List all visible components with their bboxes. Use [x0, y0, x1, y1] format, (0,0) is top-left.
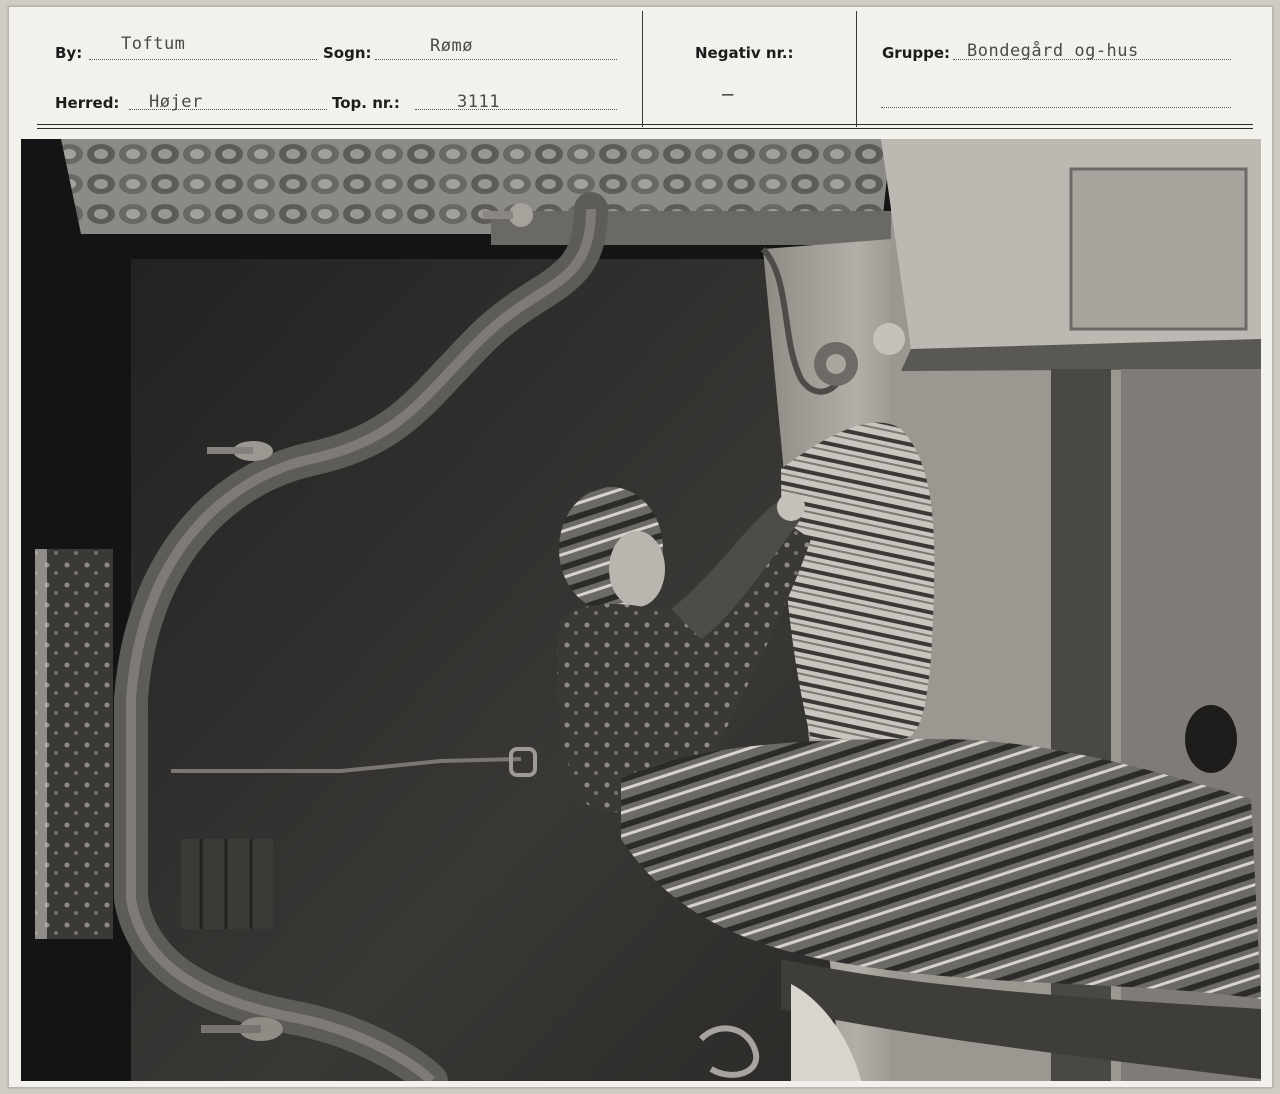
- by-dotted-line: [89, 59, 317, 60]
- gruppe-dotted-line-2: [881, 107, 1231, 108]
- negativ-nr-label: Negativ nr.:: [695, 44, 794, 62]
- header-divider: [642, 11, 643, 127]
- header-divider: [856, 11, 857, 127]
- sogn-value: Rømø: [430, 36, 473, 56]
- negativ-nr-value: –: [722, 83, 734, 105]
- gruppe-value: Bondegård og-hus: [967, 41, 1139, 61]
- by-value: Toftum: [121, 34, 186, 54]
- top-nr-label: Top. nr.:: [332, 94, 400, 112]
- herred-value: Højer: [149, 92, 203, 112]
- header-rule: [37, 124, 1253, 125]
- herred-label: Herred:: [55, 94, 120, 112]
- gruppe-label: Gruppe:: [882, 44, 951, 62]
- sogn-label: Sogn:: [323, 44, 372, 62]
- header-rule: [37, 128, 1253, 129]
- archive-card: By: Toftum Sogn: Rømø Herred: Højer Top.…: [8, 6, 1273, 1088]
- photograph: [21, 139, 1261, 1081]
- top-nr-dotted-line: [415, 109, 617, 110]
- top-nr-value: 3111: [457, 92, 500, 112]
- photograph-image: [21, 139, 1261, 1081]
- by-label: By:: [55, 44, 83, 62]
- sogn-dotted-line: [375, 59, 617, 60]
- card-header: By: Toftum Sogn: Rømø Herred: Højer Top.…: [9, 7, 1272, 131]
